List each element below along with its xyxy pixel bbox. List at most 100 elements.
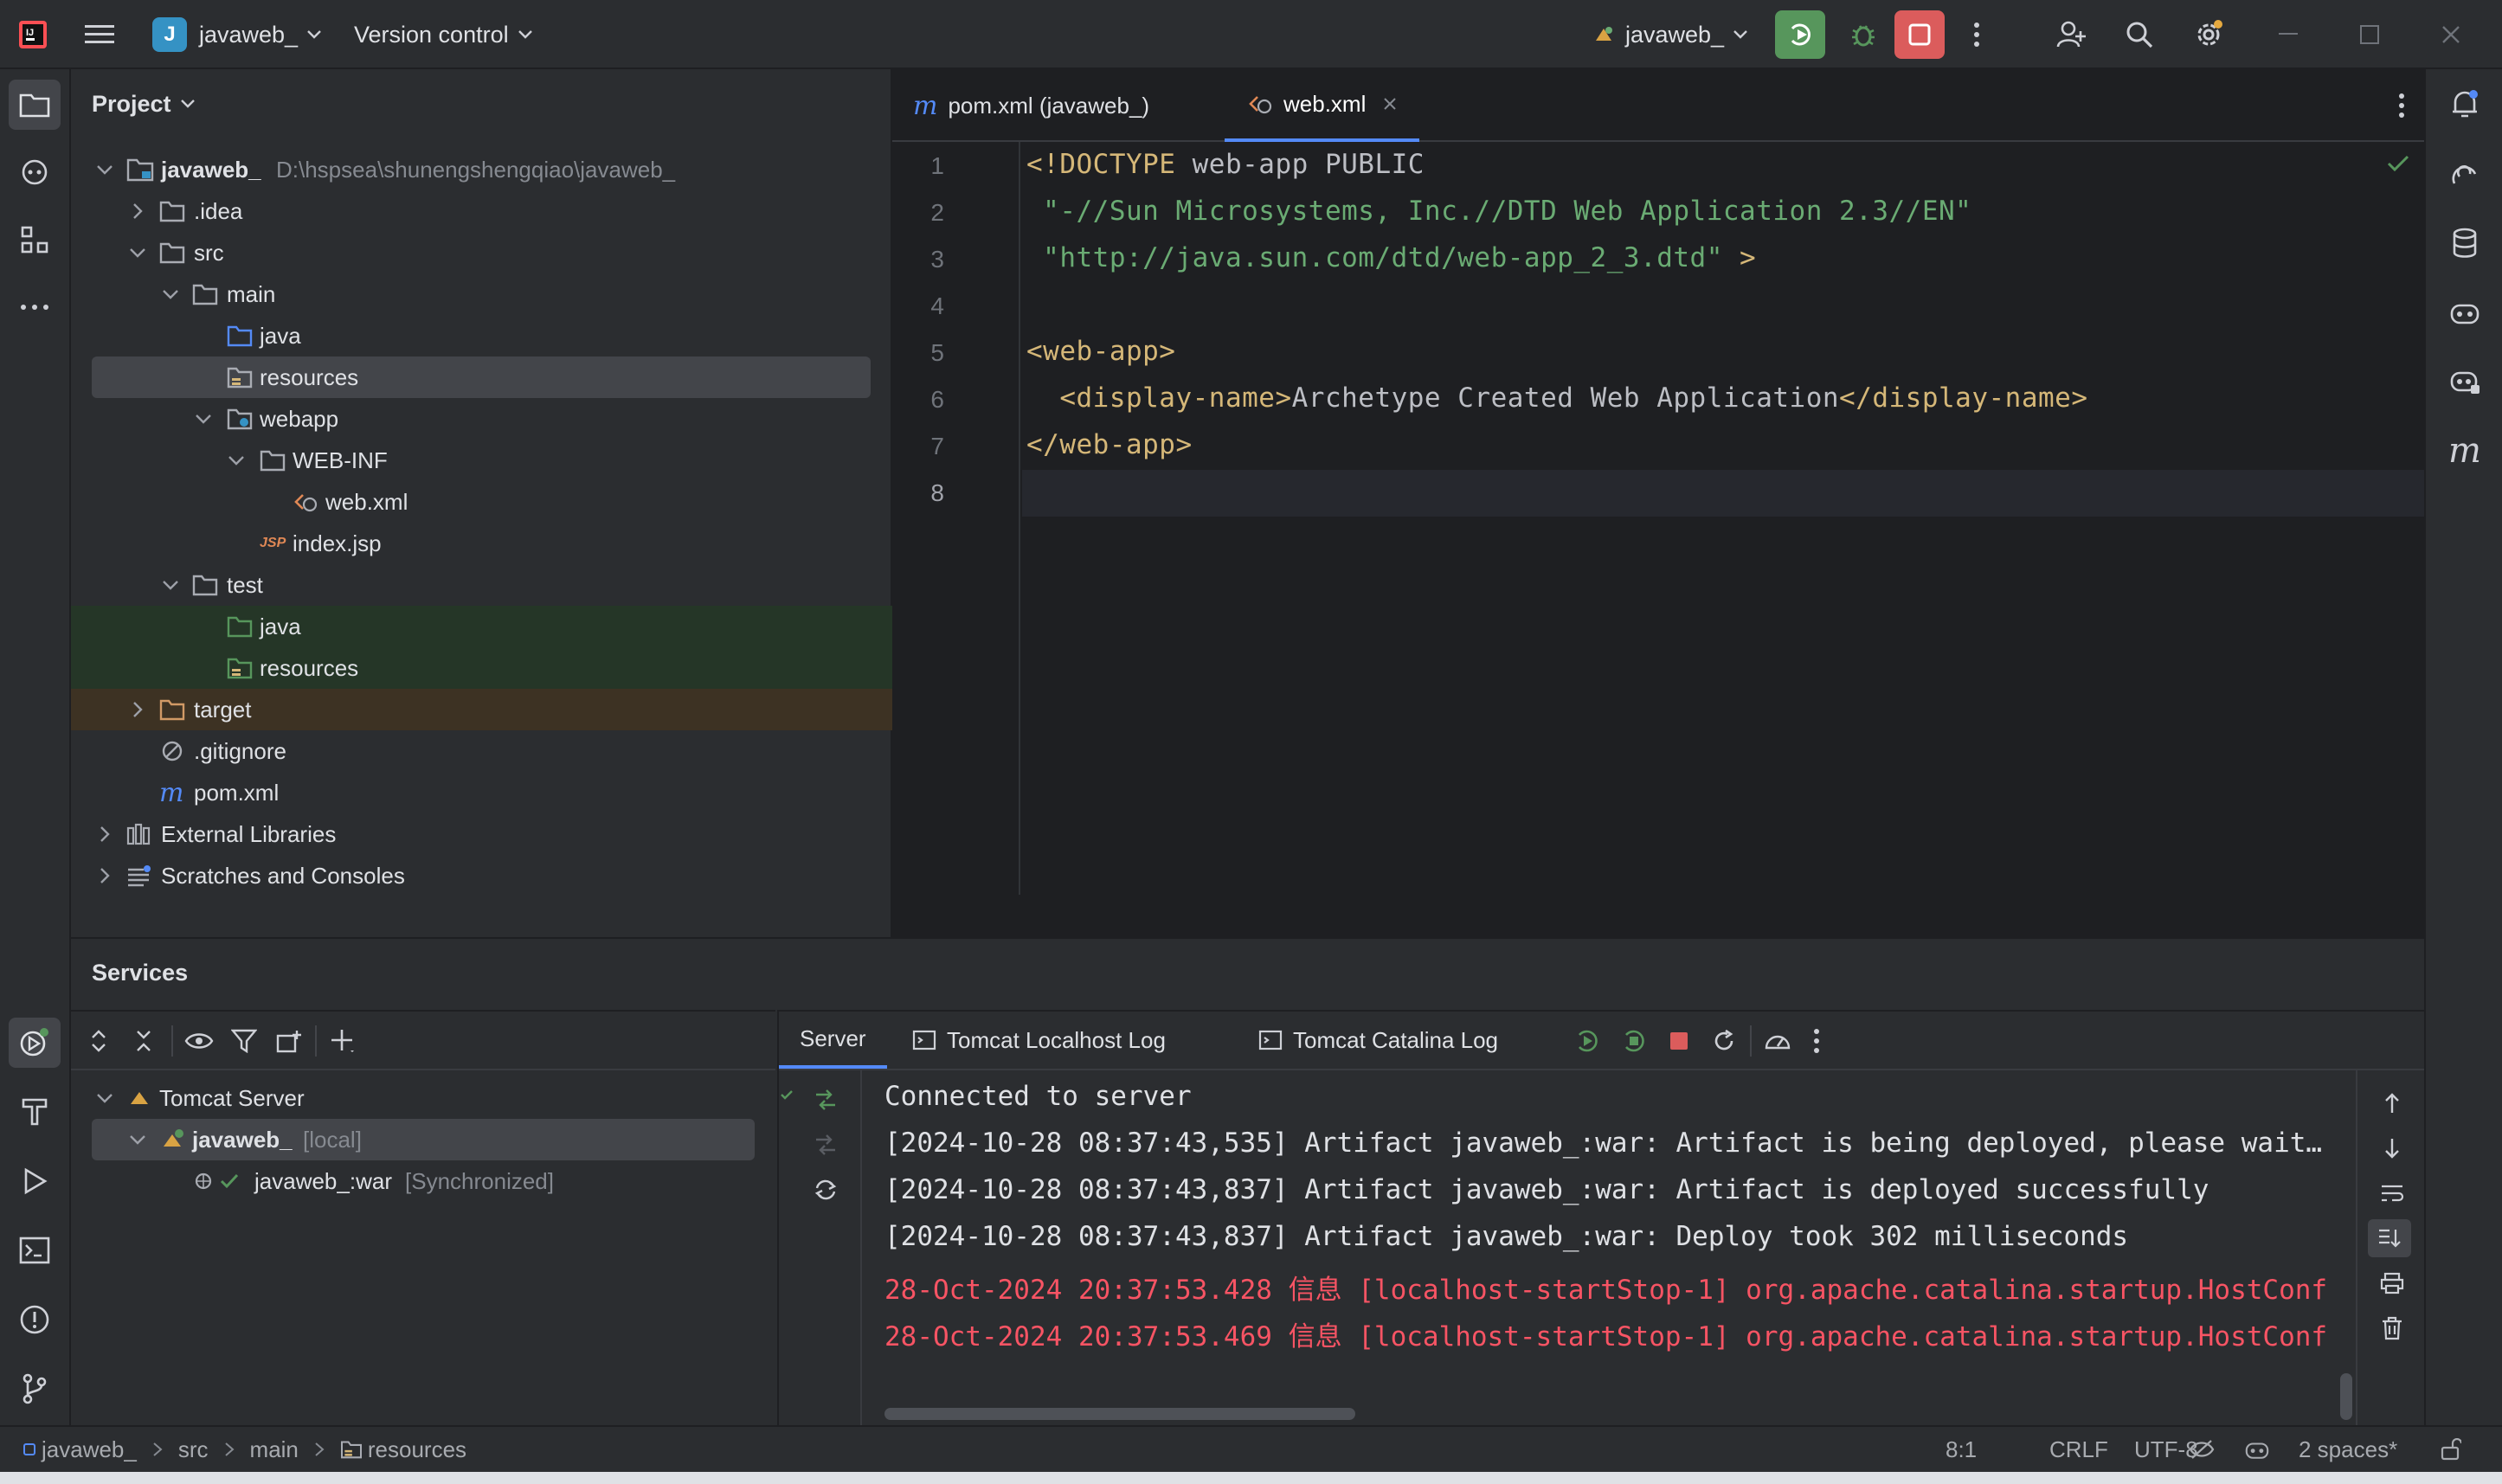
no-highlight-icon[interactable] bbox=[2183, 1434, 2221, 1465]
search-icon[interactable] bbox=[2117, 12, 2162, 57]
collapse-all-icon[interactable] bbox=[126, 1024, 161, 1058]
database-icon[interactable] bbox=[2440, 218, 2490, 268]
run-tool-button[interactable] bbox=[9, 1156, 61, 1206]
stop-button[interactable] bbox=[1894, 10, 1945, 59]
breadcrumb-item[interactable]: src bbox=[178, 1436, 209, 1463]
chevron-down-icon[interactable] bbox=[161, 285, 180, 304]
filter-icon[interactable] bbox=[225, 1024, 263, 1058]
services-item-artifact[interactable]: javaweb_:war [Synchronized] bbox=[71, 1160, 775, 1202]
tree-item-test-resources[interactable]: resources bbox=[71, 647, 892, 689]
services-item-instance[interactable]: javaweb_ [local] bbox=[92, 1119, 755, 1160]
line-separator[interactable]: CRLF bbox=[2049, 1427, 2108, 1472]
console-output[interactable]: Connected to server [2024-10-28 08:37:43… bbox=[864, 1070, 2356, 1425]
tree-item-test-java[interactable]: java bbox=[71, 606, 892, 647]
notifications-bell-icon[interactable] bbox=[2440, 80, 2490, 130]
breadcrumb-item[interactable]: main bbox=[250, 1436, 299, 1463]
chevron-right-icon[interactable] bbox=[128, 202, 147, 221]
debug-button[interactable] bbox=[1841, 12, 1886, 57]
eye-icon[interactable] bbox=[180, 1024, 218, 1058]
chevron-down-icon[interactable] bbox=[128, 243, 147, 262]
tab-pom-xml[interactable]: m pom.xml (javaweb_) bbox=[913, 69, 1149, 142]
project-tool-button[interactable] bbox=[9, 80, 61, 130]
copilot-chat-icon[interactable] bbox=[2440, 357, 2490, 407]
tree-item-root[interactable]: javaweb_ D:\hspsea\shunengshengqiao\java… bbox=[71, 149, 892, 190]
tree-item-target[interactable]: target bbox=[71, 689, 892, 730]
tree-item-index-jsp[interactable]: JSP index.jsp bbox=[71, 523, 892, 564]
rerun-button[interactable] bbox=[1775, 10, 1825, 59]
git-tool-button[interactable] bbox=[9, 1364, 61, 1414]
more-actions-icon[interactable] bbox=[1959, 12, 1994, 57]
editor-tab-options-icon[interactable] bbox=[2386, 83, 2417, 128]
breadcrumb-item[interactable]: javaweb_ bbox=[42, 1436, 137, 1463]
ai-chat-icon[interactable] bbox=[2440, 149, 2490, 199]
run-config-selector[interactable]: javaweb_ bbox=[1592, 0, 1748, 69]
update-application-icon[interactable] bbox=[1568, 1024, 1606, 1058]
tree-item-web-inf[interactable]: WEB-INF bbox=[71, 440, 892, 481]
tree-item-pom-xml[interactable]: m pom.xml bbox=[71, 772, 892, 813]
chevron-down-icon[interactable] bbox=[227, 451, 246, 470]
tree-item-external-libraries[interactable]: External Libraries bbox=[71, 813, 892, 855]
sync-icon[interactable] bbox=[808, 1174, 843, 1205]
horizontal-scrollbar[interactable] bbox=[884, 1408, 1355, 1420]
main-menu-icon[interactable] bbox=[85, 0, 114, 69]
undeploy-icon[interactable] bbox=[808, 1129, 843, 1160]
scroll-down-icon[interactable] bbox=[2375, 1133, 2409, 1164]
tree-item-src[interactable]: src bbox=[71, 232, 892, 273]
copilot-icon[interactable] bbox=[2440, 287, 2490, 337]
chevron-right-icon[interactable] bbox=[95, 825, 114, 844]
caret-position[interactable]: 8:1 bbox=[1946, 1427, 1977, 1472]
tree-item-idea[interactable]: .idea bbox=[71, 190, 892, 232]
tree-item-test[interactable]: test bbox=[71, 564, 892, 606]
tab-web-xml[interactable]: web.xml bbox=[1225, 69, 1420, 142]
new-group-icon[interactable] bbox=[270, 1024, 308, 1058]
more-tools-icon[interactable] bbox=[9, 282, 61, 332]
maximize-window-icon[interactable] bbox=[2352, 12, 2387, 57]
tree-item-main-resources[interactable]: resources bbox=[92, 357, 871, 398]
version-control-menu[interactable]: Version control bbox=[354, 0, 533, 69]
inspection-ok-check-icon[interactable] bbox=[2385, 151, 2411, 177]
tab-tomcat-localhost-log[interactable]: Tomcat Localhost Log bbox=[912, 1012, 1166, 1069]
services-tool-button[interactable] bbox=[9, 1018, 61, 1068]
tab-tomcat-catalina-log[interactable]: Tomcat Catalina Log bbox=[1258, 1012, 1498, 1069]
tree-item-web-xml[interactable]: web.xml bbox=[71, 481, 892, 523]
add-service-icon[interactable] bbox=[324, 1024, 362, 1058]
code-with-me-icon[interactable] bbox=[2049, 12, 2094, 57]
redeploy-icon[interactable] bbox=[1615, 1024, 1653, 1058]
app-logo-icon[interactable]: IJ bbox=[19, 0, 47, 69]
copilot-tool-button[interactable] bbox=[9, 147, 61, 197]
services-item-tomcat-server[interactable]: Tomcat Server bbox=[71, 1077, 775, 1119]
scroll-up-icon[interactable] bbox=[2375, 1088, 2409, 1119]
scroll-to-end-icon[interactable] bbox=[2368, 1219, 2411, 1257]
expand-all-icon[interactable] bbox=[81, 1024, 116, 1058]
unlock-icon[interactable] bbox=[2435, 1434, 2467, 1465]
problems-tool-button[interactable] bbox=[9, 1294, 61, 1345]
chevron-down-icon[interactable] bbox=[95, 160, 114, 179]
structure-tool-button[interactable] bbox=[9, 215, 61, 265]
close-window-icon[interactable] bbox=[2434, 12, 2468, 57]
chevron-down-icon[interactable] bbox=[161, 575, 180, 594]
tree-item-main[interactable]: main bbox=[71, 273, 892, 315]
build-tool-button[interactable] bbox=[9, 1087, 61, 1137]
console-more-icon[interactable] bbox=[1804, 1024, 1830, 1058]
profiler-icon[interactable] bbox=[1759, 1024, 1797, 1058]
soft-wrap-icon[interactable] bbox=[2375, 1178, 2409, 1209]
maven-tool-icon[interactable]: m bbox=[2440, 426, 2490, 476]
refresh-icon[interactable] bbox=[1705, 1024, 1743, 1058]
tree-item-webapp[interactable]: webapp bbox=[71, 398, 892, 440]
terminal-tool-button[interactable] bbox=[9, 1225, 61, 1275]
copilot-status-icon[interactable] bbox=[2238, 1434, 2276, 1465]
tree-item-main-java[interactable]: java bbox=[71, 315, 892, 357]
close-tab-icon[interactable] bbox=[1383, 97, 1397, 111]
tree-item-gitignore[interactable]: .gitignore bbox=[71, 730, 892, 772]
vertical-scrollbar[interactable] bbox=[2340, 1373, 2352, 1420]
project-selector[interactable]: J javaweb_ bbox=[152, 0, 322, 69]
tab-server[interactable]: Server bbox=[779, 1012, 887, 1069]
chevron-right-icon[interactable] bbox=[95, 866, 114, 885]
deploy-icon[interactable] bbox=[808, 1084, 843, 1115]
indent-setting[interactable]: 2 spaces* bbox=[2299, 1427, 2397, 1472]
chevron-down-icon[interactable] bbox=[194, 409, 213, 428]
chevron-right-icon[interactable] bbox=[128, 700, 147, 719]
tree-item-scratches[interactable]: Scratches and Consoles bbox=[71, 855, 892, 896]
chevron-down-icon[interactable] bbox=[95, 1089, 114, 1108]
breadcrumb-item[interactable]: resources bbox=[368, 1436, 466, 1463]
